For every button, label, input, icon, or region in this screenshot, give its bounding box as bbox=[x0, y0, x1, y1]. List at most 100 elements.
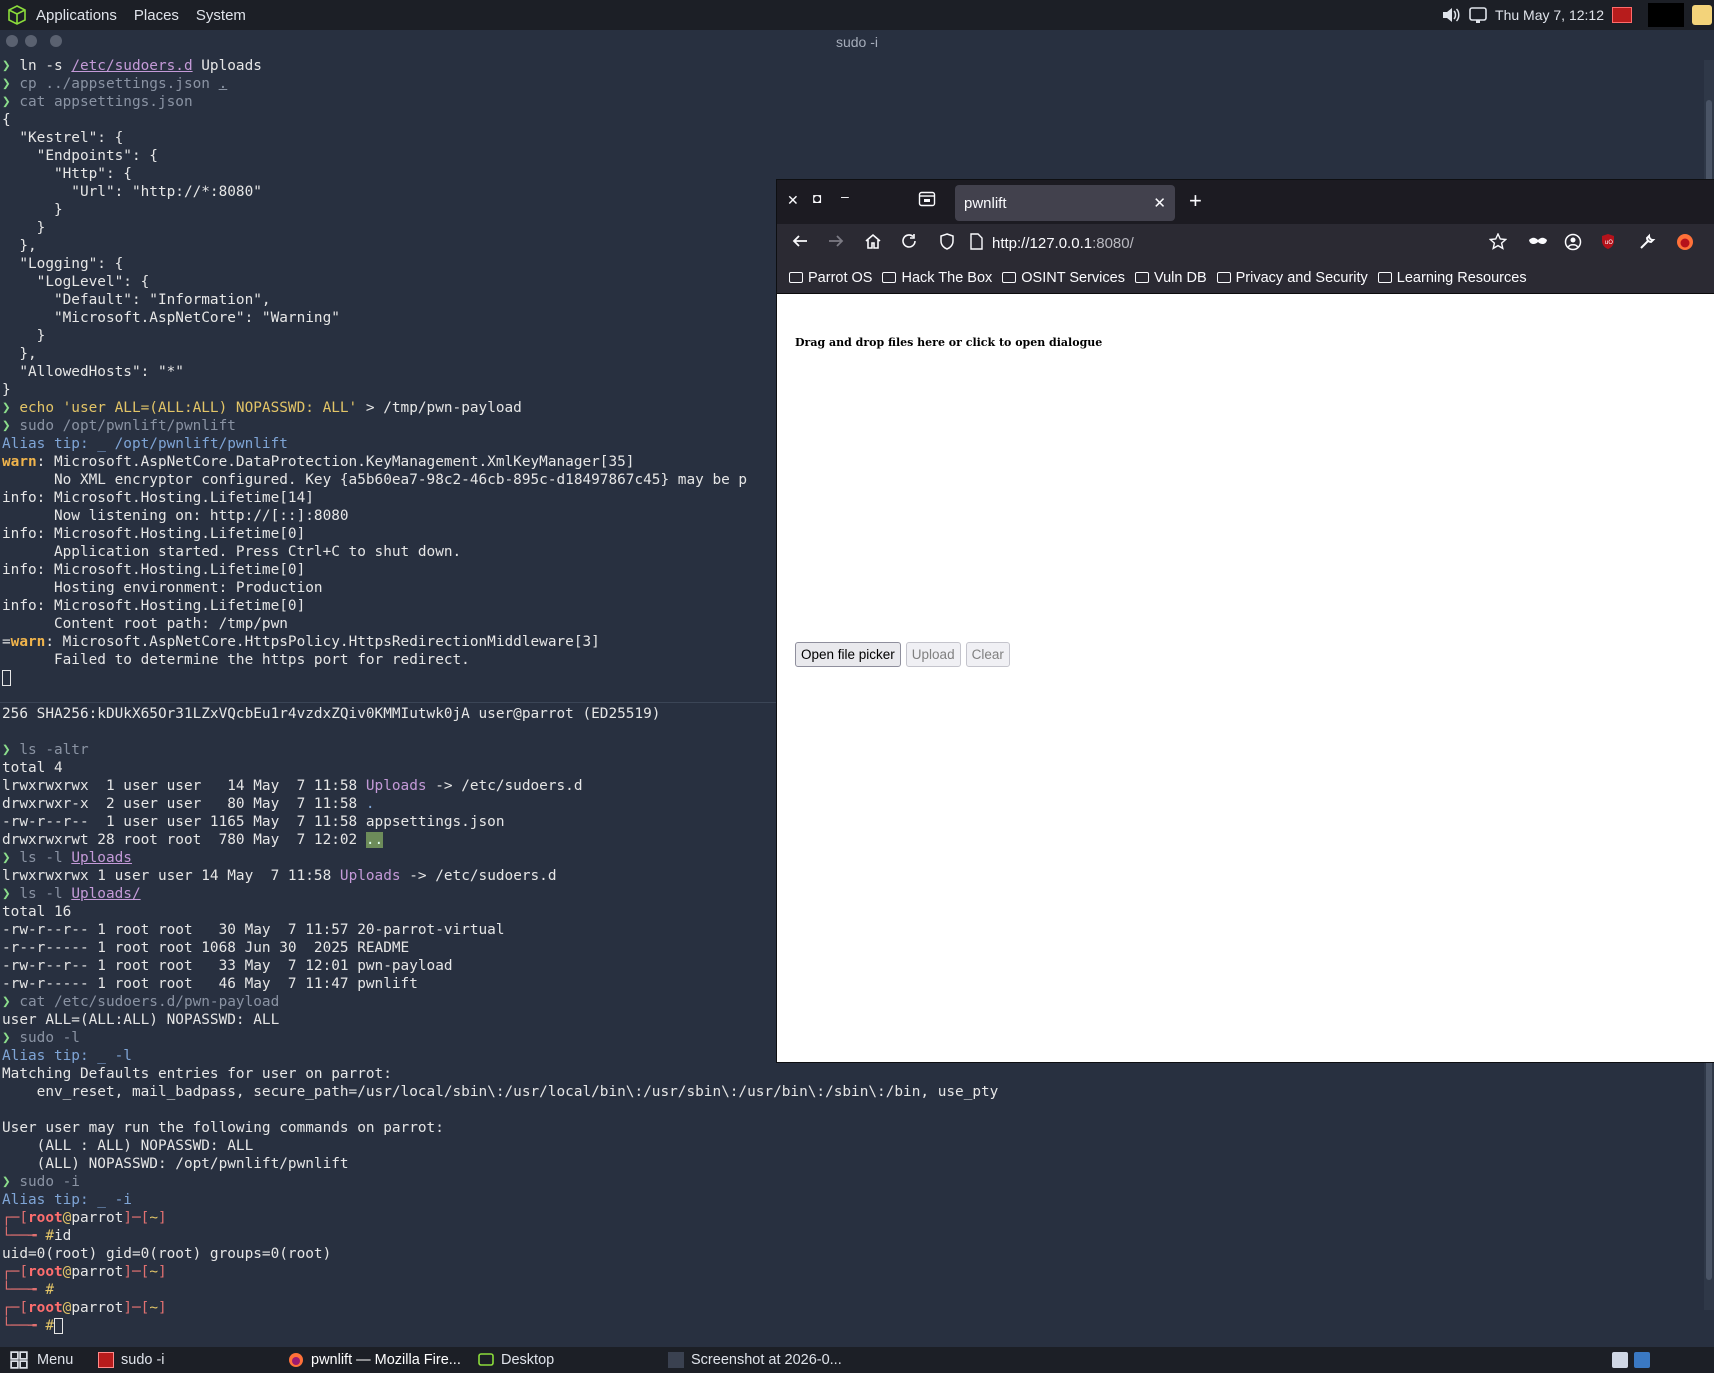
terminal-line: User user may run the following commands… bbox=[2, 1119, 998, 1137]
terminal-text: -> /etc/sudoers.d bbox=[400, 868, 557, 884]
taskbar-item-firefox[interactable]: pwnlift — Mozilla Fire... bbox=[288, 1350, 461, 1370]
terminal-cursor bbox=[54, 1318, 63, 1334]
terminal-line: (ALL : ALL) NOPASSWD: ALL bbox=[2, 1137, 998, 1155]
start-menu-button[interactable]: Menu bbox=[8, 1350, 73, 1370]
folder-icon bbox=[789, 272, 803, 283]
workspace-switcher[interactable] bbox=[1648, 3, 1684, 27]
terminal-text: } bbox=[2, 220, 46, 236]
reload-icon[interactable] bbox=[900, 233, 918, 254]
tab-close-icon[interactable]: ✕ bbox=[1153, 194, 1166, 212]
terminal-text: ❯ bbox=[2, 76, 20, 92]
bookmark-star-icon[interactable] bbox=[1488, 232, 1508, 254]
terminal-line: "Endpoints": { bbox=[2, 147, 998, 165]
terminal-text: cat /etc/sudoers.d/pwn-payload bbox=[19, 994, 280, 1010]
terminal-text: -l bbox=[114, 1048, 132, 1064]
notes-icon[interactable] bbox=[1692, 5, 1712, 25]
terminal-line: uid=0(root) gid=0(root) groups=0(root) bbox=[2, 1245, 998, 1263]
taskbar-item-desktop[interactable]: Desktop bbox=[478, 1350, 554, 1370]
terminal-text: -i bbox=[114, 1192, 132, 1208]
terminal-text: warn bbox=[10, 634, 46, 650]
dropzone-label[interactable]: Drag and drop files here or click to ope… bbox=[795, 336, 1102, 349]
terminal-text: ❯ bbox=[2, 58, 20, 74]
menu-places[interactable]: Places bbox=[134, 7, 179, 24]
top-panel: Applications Places System Thu May 7, 12… bbox=[0, 0, 1714, 30]
bookmark-hack-the-box[interactable]: Hack The Box bbox=[882, 270, 992, 286]
bookmark-privacy-and-security[interactable]: Privacy and Security bbox=[1216, 270, 1368, 286]
wrench-extension-icon[interactable] bbox=[1638, 233, 1656, 255]
terminal-text: uid=0(root) gid=0(root) groups=0(root) bbox=[2, 1246, 332, 1262]
private-mask-icon[interactable] bbox=[1528, 233, 1548, 254]
terminal-line: Alias tip: _ -i bbox=[2, 1191, 998, 1209]
open-file-picker-button[interactable]: Open file picker bbox=[795, 642, 901, 667]
terminal-text: "Kestrel": { bbox=[2, 130, 124, 146]
firefox-window[interactable]: ✕ ◘ – pwnlift ✕ + http://127.0.0.1:8080… bbox=[777, 180, 1714, 1062]
menu-system[interactable]: System bbox=[196, 7, 246, 24]
applications-cube-icon[interactable] bbox=[6, 4, 28, 26]
forward-arrow-icon[interactable] bbox=[827, 233, 845, 253]
tab-pwnlift[interactable]: pwnlift ✕ bbox=[955, 185, 1175, 221]
tray-printer-icon[interactable] bbox=[1612, 1350, 1635, 1370]
terminal-text: -rw-r--r-- 1 root root 33 May 7 12:01 pw… bbox=[2, 958, 453, 974]
tracking-shield-icon[interactable] bbox=[939, 233, 955, 254]
bookmark-learning-resources[interactable]: Learning Resources bbox=[1377, 270, 1527, 286]
terminal-line: └──╼ # bbox=[2, 1317, 998, 1335]
window-close-button[interactable]: ✕ bbox=[787, 192, 799, 209]
network-icon[interactable] bbox=[1469, 7, 1487, 23]
window-minimize-button[interactable]: – bbox=[841, 188, 849, 204]
volume-icon[interactable] bbox=[1441, 7, 1461, 23]
url-bar[interactable]: http://127.0.0.1:8080/ bbox=[992, 228, 1512, 258]
terminal-text: Uploads bbox=[192, 58, 262, 74]
power-manager-icon[interactable] bbox=[1612, 7, 1632, 23]
terminal-text: }, bbox=[2, 238, 37, 254]
terminal-text: ] bbox=[157, 1300, 167, 1316]
terminal-text: ls -l bbox=[19, 886, 72, 902]
account-icon[interactable] bbox=[1564, 233, 1582, 255]
terminal-text: } bbox=[2, 328, 46, 344]
terminal-text: . bbox=[218, 76, 228, 92]
new-tab-button[interactable]: + bbox=[1189, 188, 1202, 214]
terminal-text: "AllowedHosts": "*" bbox=[2, 364, 184, 380]
terminal-text: ]─[ bbox=[123, 1264, 150, 1280]
terminal-line: ❯ cp ../appsettings.json . bbox=[2, 75, 998, 93]
back-arrow-icon[interactable] bbox=[791, 233, 809, 253]
terminal-text: # bbox=[45, 1228, 54, 1244]
terminal-text: id bbox=[54, 1228, 72, 1244]
terminal-text: ~ bbox=[149, 1300, 158, 1316]
bookmark-parrot-os[interactable]: Parrot OS bbox=[789, 270, 872, 286]
terminal-text: .. bbox=[365, 832, 384, 848]
bookmark-vuln-db[interactable]: Vuln DB bbox=[1134, 270, 1207, 286]
taskbar-item-terminal[interactable]: sudo -i bbox=[98, 1350, 165, 1370]
firefox-view-icon[interactable] bbox=[918, 191, 936, 210]
terminal-text: "Microsoft.AspNetCore": "Warning" bbox=[2, 310, 340, 326]
upload-controls: Open file picker Upload Clear bbox=[795, 642, 1015, 667]
terminal-text: info: Microsoft.Hosting.Lifetime[0] bbox=[2, 562, 306, 578]
upload-button[interactable]: Upload bbox=[905, 642, 961, 667]
terminal-text: drwxrwxr-x 2 user user 80 May 7 11:58 bbox=[2, 796, 366, 812]
bookmark-osint-services[interactable]: OSINT Services bbox=[1002, 270, 1125, 286]
terminal-text: ❯ bbox=[2, 418, 20, 434]
terminal-titlebar[interactable]: sudo -i bbox=[0, 30, 1714, 54]
tray-update-icon[interactable] bbox=[1634, 1350, 1657, 1370]
ublock-extension-icon[interactable]: uO bbox=[1600, 233, 1616, 254]
clock[interactable]: Thu May 7, 12:12 bbox=[1495, 7, 1604, 23]
terminal-text: Matching Defaults entries for user on pa… bbox=[2, 1066, 392, 1082]
terminal-text: ┌─[ bbox=[2, 1264, 28, 1280]
terminal-text: Hosting environment: Production bbox=[2, 580, 323, 596]
terminal-text: -r--r----- 1 root root 1068 Jun 30 2025 … bbox=[2, 940, 410, 956]
terminal-text: ~ bbox=[149, 1210, 158, 1226]
terminal-line: ┌─[root@parrot]─[~] bbox=[2, 1299, 998, 1317]
window-maximize-button[interactable]: ◘ bbox=[813, 190, 821, 206]
clear-button[interactable]: Clear bbox=[965, 642, 1010, 667]
terminal-cursor bbox=[2, 670, 11, 686]
terminal-text: > /tmp/pwn-payload bbox=[357, 400, 522, 416]
menu-applications[interactable]: Applications bbox=[36, 7, 117, 24]
firefox-menu-icon[interactable] bbox=[1676, 233, 1694, 255]
page-info-icon[interactable] bbox=[969, 233, 983, 254]
firefox-app-icon bbox=[289, 1353, 303, 1367]
terminal-text: cp ../appsettings.json bbox=[19, 76, 219, 92]
taskbar-item-screenshot[interactable]: Screenshot at 2026-0... bbox=[668, 1350, 842, 1370]
bottom-taskbar: Menu sudo -i pwnlift — Mozilla Fire... D… bbox=[0, 1347, 1714, 1373]
home-icon[interactable] bbox=[864, 233, 882, 254]
terminal-text: = bbox=[2, 634, 11, 650]
terminal-text: ❯ bbox=[2, 1030, 20, 1046]
